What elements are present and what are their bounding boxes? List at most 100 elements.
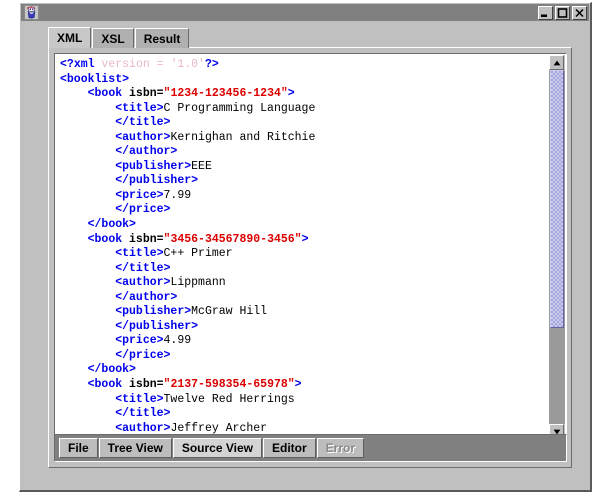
vertical-scroll-track[interactable]: [549, 70, 565, 424]
maximize-button[interactable]: [555, 5, 570, 20]
code-token: "1234-123456-1234": [163, 87, 288, 101]
code-line: </price>: [60, 203, 550, 218]
code-token: <title>: [115, 247, 164, 261]
code-token: Twelve Red Herrings: [163, 392, 295, 406]
code-line: </title>: [60, 262, 550, 277]
code-token: </book>: [87, 218, 136, 232]
code-token: </author>: [115, 145, 178, 159]
button-label: Editor: [271, 441, 307, 455]
code-line: </author>: [60, 291, 550, 306]
code-line: <price>4.99: [60, 334, 550, 349]
code-line: </title>: [60, 116, 550, 131]
code-token: <title>: [115, 101, 164, 115]
code-token: isbn: [129, 378, 157, 392]
code-token: </title>: [115, 116, 171, 130]
code-token: Kernighan and Ritchie: [170, 130, 316, 144]
code-token: </publisher>: [115, 174, 199, 188]
java-duke-icon: [24, 5, 39, 20]
vertical-scroll-thumb[interactable]: [550, 70, 564, 328]
code-token: ?>: [204, 58, 219, 71]
code-token: <book: [87, 232, 130, 246]
code-token: >: [294, 378, 302, 392]
code-token: McGraw Hill: [191, 305, 268, 319]
code-token: 7.99: [163, 188, 192, 202]
close-button[interactable]: [572, 5, 587, 20]
code-line: </book>: [60, 363, 550, 378]
button-label: Source View: [181, 441, 253, 455]
view-button-bar: File Tree View Source View Editor Error: [54, 434, 567, 462]
code-token: </book>: [87, 363, 136, 377]
code-token: </author>: [115, 290, 178, 304]
code-token: <book: [87, 87, 130, 101]
error-button: Error: [316, 438, 364, 458]
code-line: <title>C++ Primer: [60, 247, 550, 262]
code-line: </price>: [60, 349, 550, 364]
code-token: version = '1.0': [94, 58, 205, 71]
code-token: <?: [60, 58, 74, 71]
editor-panel: <?xml version = '1.0'?> <booklist> <book …: [48, 47, 572, 468]
code-line: <book isbn="3456-34567890-3456">: [60, 233, 550, 248]
tab-strip: XML XSL Result: [48, 27, 190, 48]
code-line: <title>C Programming Language: [60, 102, 550, 117]
code-token: <price>: [115, 188, 164, 202]
code-token: Jeffrey Archer: [170, 421, 268, 435]
tab-xml[interactable]: XML: [48, 27, 92, 48]
code-token: C Programming Language: [163, 101, 316, 115]
code-token: </title>: [115, 407, 171, 421]
code-line: <book isbn="2137-598354-65978">: [60, 378, 550, 393]
source-view-button[interactable]: Source View: [172, 438, 262, 458]
vertical-scrollbar[interactable]: [549, 55, 565, 439]
tab-xsl[interactable]: XSL: [92, 28, 134, 48]
code-token: <booklist>: [60, 72, 130, 86]
code-line: </book>: [60, 218, 550, 233]
file-button[interactable]: File: [59, 438, 98, 458]
xml-source-viewport[interactable]: <?xml version = '1.0'?> <booklist> <book …: [56, 55, 550, 439]
scroll-up-button[interactable]: [549, 55, 564, 70]
code-line: </author>: [60, 145, 550, 160]
code-token: </price>: [115, 348, 171, 362]
code-token: >: [301, 232, 309, 246]
code-token: <publisher>: [115, 159, 192, 173]
code-token: Lippmann: [170, 276, 226, 290]
code-token: EEE: [191, 159, 212, 173]
editor-button[interactable]: Editor: [262, 438, 316, 458]
content-root: XML XSL Result <?xml version = '1.0'?> <b…: [21, 21, 589, 489]
xml-source-scrollpane: <?xml version = '1.0'?> <booklist> <book …: [54, 53, 567, 457]
button-label: File: [68, 441, 89, 455]
code-line: <price>7.99: [60, 189, 550, 204]
xml-source-text[interactable]: <?xml version = '1.0'?> <booklist> <book …: [56, 55, 550, 436]
code-line: <author>Lippmann: [60, 276, 550, 291]
code-token: >: [287, 87, 295, 101]
title-bar[interactable]: [21, 4, 589, 21]
code-token: =: [156, 232, 164, 246]
tree-view-button[interactable]: Tree View: [98, 438, 172, 458]
code-token: "2137-598354-65978": [163, 378, 295, 392]
code-line: </publisher>: [60, 320, 550, 335]
tab-label: XSL: [101, 31, 125, 46]
code-line: <publisher>McGraw Hill: [60, 305, 550, 320]
code-token: 4.99: [163, 334, 192, 348]
minimize-button[interactable]: [538, 5, 553, 20]
tab-result[interactable]: Result: [134, 28, 190, 48]
code-line: <booklist>: [60, 73, 550, 88]
code-token: "3456-34567890-3456": [163, 232, 302, 246]
code-token: <book: [87, 378, 130, 392]
code-line: </publisher>: [60, 174, 550, 189]
application-window: XML XSL Result <?xml version = '1.0'?> <b…: [19, 2, 592, 492]
code-token: isbn: [129, 232, 157, 246]
code-token: <author>: [115, 276, 171, 290]
